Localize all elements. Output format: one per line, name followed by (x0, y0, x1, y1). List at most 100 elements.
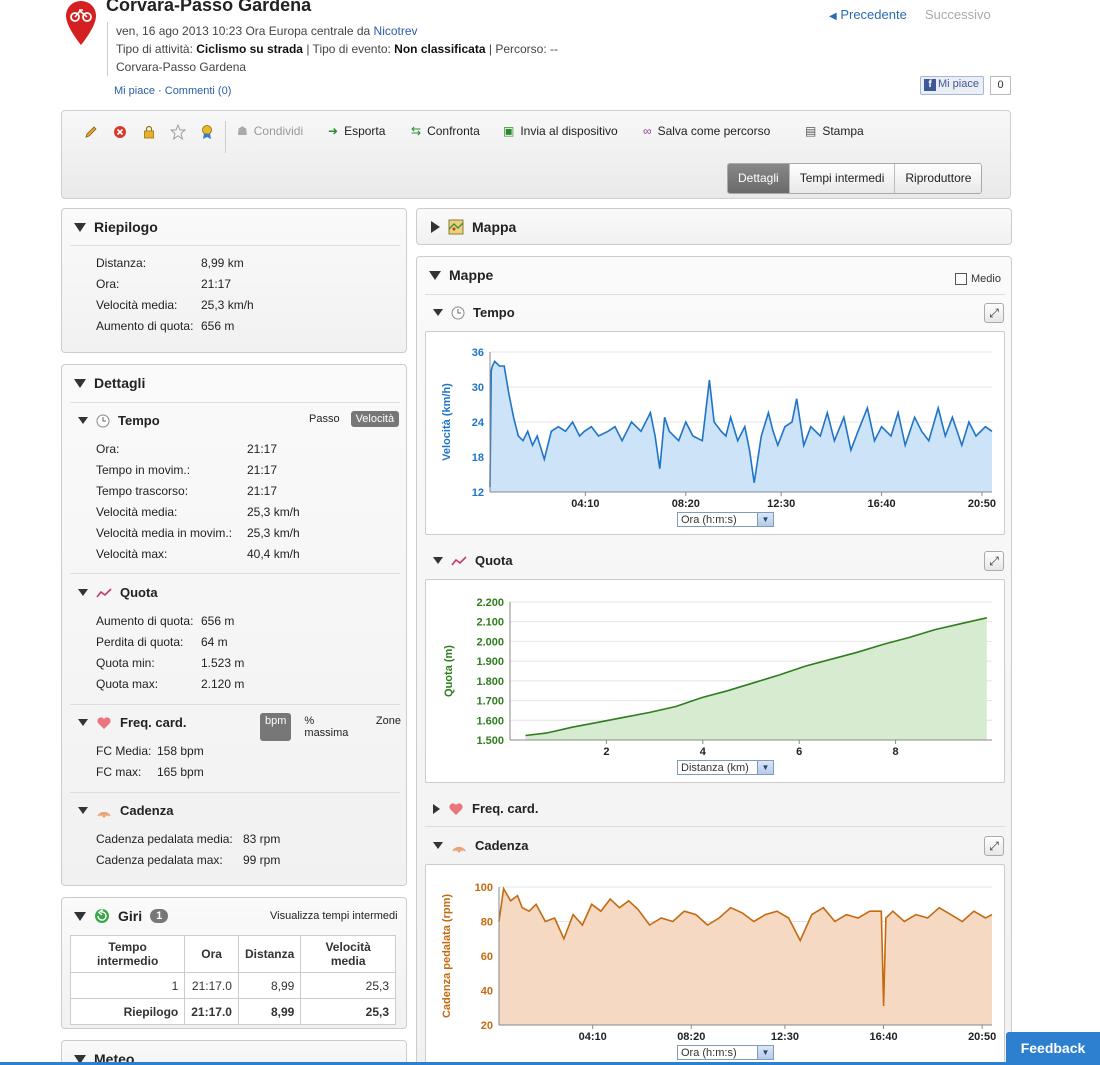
cadence-icon (97, 811, 111, 817)
speed-toggle[interactable]: Velocità (350, 411, 400, 427)
speed-chart: 12 18 24 30 36 Velocità (km/h) 04:10 08:20 12:30… (425, 331, 1005, 535)
collapse-triangle-icon (429, 270, 441, 280)
series-area (490, 361, 992, 492)
page: Corvara-Passo Gardena ven, 16 ago 2013 1… (0, 0, 1100, 1065)
laps-table: Tempo intermedio Ora Distanza Velocità medi… (69, 935, 396, 1025)
cadence-chart-header[interactable]: Cadenza (433, 838, 528, 853)
speed-x-axis-select[interactable]: Ora (h:m:s) ▼ (677, 512, 774, 527)
time-value: 21:17 (247, 484, 278, 498)
bpm-toggle[interactable]: bpm (260, 713, 292, 741)
speed-chart-header[interactable]: Tempo (433, 305, 515, 320)
elevation-chart: 1.500 1.600 1.700 1.800 1.900 2.000 2.100 2.200… (425, 579, 1005, 783)
charts-panel: Mappe Medio Tempo ⤢ 12 18 24 30 36 Velocità (… (416, 256, 1012, 1065)
speed-chart-title: Tempo (473, 305, 515, 320)
clock-icon (96, 414, 110, 427)
column-header[interactable]: Tempo intermedio (69, 935, 186, 973)
cadence-x-axis-select[interactable]: Ora (h:m:s) ▼ (677, 1045, 774, 1060)
charts-title: Mappe (449, 267, 494, 283)
export-button[interactable]: ➜ Esporta (328, 124, 385, 138)
elevation-subheader[interactable]: Quota (78, 585, 158, 600)
time-label: Velocità media: (96, 505, 178, 519)
cadence-chart-svg: 20 40 60 80 100 Cadenza pedalata (rpm) 04:10 08… (441, 882, 996, 1043)
elevation-x-axis-select[interactable]: Distanza (km) ▼ (677, 760, 774, 775)
feedback-button[interactable]: Feedback (1006, 1032, 1100, 1065)
y-tick-label: 1.900 (476, 656, 504, 668)
table-cell: 25,3 (300, 972, 396, 999)
heart-rate-chart-header[interactable]: Freq. card. (433, 801, 538, 816)
elevation-value: 656 m (201, 614, 235, 628)
chevron-down-icon: ▼ (757, 513, 773, 526)
summary-values: 8,99 km 21:17 25,3 km/h 656 m (201, 253, 254, 337)
laps-header[interactable]: Giri 1 (74, 908, 169, 924)
map-panel: Mappa (416, 208, 1012, 245)
summary-value: 25,3 km/h (201, 298, 254, 312)
expand-chart-icon[interactable]: ⤢ (984, 551, 1004, 571)
table-row[interactable]: 1 21:17.0 8,99 25,3 (69, 972, 396, 999)
pace-toggle[interactable]: Passo (304, 411, 345, 427)
x-tick-label: 20:50 (968, 498, 996, 510)
facebook-like-button[interactable]: f Mi piace (920, 76, 984, 95)
map-header[interactable]: Mappa (431, 219, 516, 235)
x-tick-label: 20:50 (968, 1031, 996, 1043)
tab-splits[interactable]: Tempi intermedi (788, 164, 895, 193)
average-toggle[interactable]: Medio (955, 273, 1001, 285)
view-splits-link[interactable]: Visualizza tempi intermedi (270, 910, 398, 922)
author-link[interactable]: Nicotrev (374, 24, 418, 38)
event-type-value: Non classificata (394, 42, 486, 56)
summary-value: 656 m (201, 319, 235, 333)
elevation-chart-header[interactable]: Quota (433, 553, 513, 568)
star-icon[interactable] (163, 123, 192, 141)
send-to-device-button[interactable]: ▣ Invia al dispositivo (503, 124, 618, 138)
table-cell: 21:17.0 (184, 972, 239, 999)
heart-rate-subheader[interactable]: Freq. card. (78, 715, 186, 730)
collapse-triangle-icon (78, 417, 88, 424)
column-header[interactable]: Distanza (237, 935, 302, 973)
comments-link[interactable]: Commenti (0) (165, 85, 232, 97)
table-summary-row[interactable]: Riepilogo 21:17.0 8,99 25,3 (69, 998, 396, 1025)
hr-unit-toggle: bpm% massima Zone (260, 713, 406, 741)
save-route-button[interactable]: ∞ Salva come percorso (643, 124, 770, 138)
heart-icon (449, 802, 463, 815)
details-panel: Dettagli Tempo Passo Velocità Ora: Tempo i… (61, 364, 407, 886)
expand-chart-icon[interactable]: ⤢ (984, 836, 1004, 856)
y-tick-label: 30 (472, 382, 484, 394)
laps-icon (95, 908, 109, 923)
time-subheader[interactable]: Tempo (78, 413, 160, 428)
share-button[interactable]: ☗ Condividi (237, 124, 303, 138)
column-header[interactable]: Velocità media (300, 935, 396, 973)
expand-chart-icon[interactable]: ⤢ (984, 303, 1004, 323)
elevation-labels: Aumento di quota: Perdita di quota: Quota … (96, 611, 193, 695)
summary-header[interactable]: Riepilogo (74, 219, 158, 235)
cadence-labels: Cadenza pedalata media: Cadenza pedalata … (96, 829, 233, 871)
compare-button[interactable]: ⇆ Confronta (411, 124, 480, 138)
collapse-triangle-icon (433, 309, 443, 316)
elevation-chart-svg: 1.500 1.600 1.700 1.800 1.900 2.000 2.100 2.200… (443, 597, 992, 758)
speed-unit-toggle: Passo Velocità (304, 411, 400, 427)
heart-icon (97, 716, 111, 729)
activity-title: Corvara-Passo Gardena (106, 0, 312, 15)
percent-max-toggle[interactable]: % massima (299, 713, 363, 741)
next-link[interactable]: Successivo (925, 7, 991, 22)
delete-icon[interactable] (105, 123, 134, 141)
like-link[interactable]: Mi piace (114, 85, 155, 97)
cadence-subheader[interactable]: Cadenza (78, 803, 173, 818)
print-button[interactable]: ▤ Stampa (805, 124, 864, 138)
column-header[interactable]: Ora (184, 935, 239, 973)
time-label: Velocità media in movim.: (96, 526, 233, 540)
collapse-triangle-icon (433, 557, 443, 564)
chevron-left-icon: ◀ (829, 11, 837, 22)
charts-header[interactable]: Mappe (429, 267, 493, 283)
compare-icon: ⇆ (411, 124, 422, 138)
elevation-icon (451, 555, 467, 565)
collapse-triangle-icon (78, 719, 88, 726)
badge-icon[interactable] (192, 123, 221, 141)
zones-toggle[interactable]: Zone (371, 713, 406, 741)
edit-pencil-icon[interactable] (76, 123, 105, 141)
details-header[interactable]: Dettagli (74, 375, 145, 391)
tab-details[interactable]: Dettagli (728, 164, 789, 193)
average-checkbox[interactable] (955, 273, 967, 285)
lock-icon[interactable] (134, 123, 163, 141)
time-value: 25,3 km/h (247, 505, 300, 519)
tab-player[interactable]: Riproduttore (894, 164, 982, 193)
previous-link[interactable]: ◀ Precedente (829, 7, 907, 22)
